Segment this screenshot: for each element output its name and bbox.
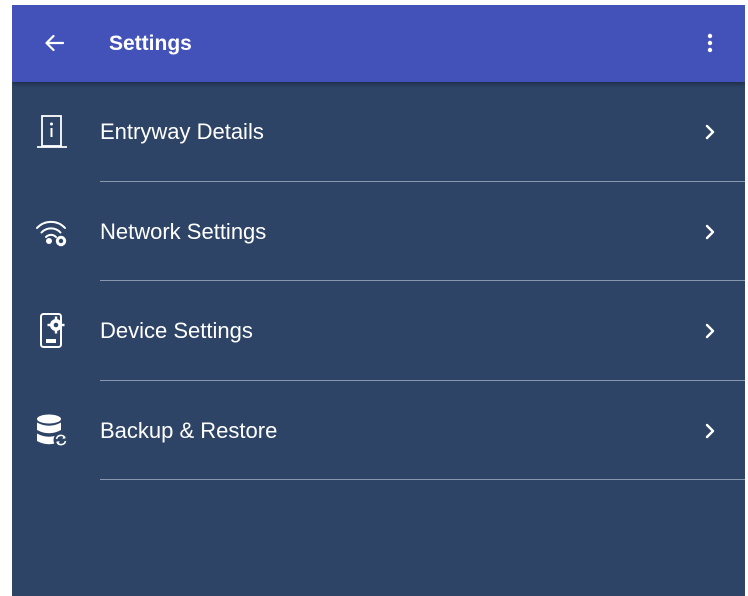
chevron-right-icon — [705, 224, 715, 239]
settings-item-label: Network Settings — [100, 218, 267, 244]
settings-list: Entryway Details Network Settings Device… — [12, 82, 745, 480]
chevron-right-icon — [705, 423, 715, 438]
wifi-gear-icon — [36, 220, 67, 246]
settings-item-backup-restore[interactable]: Backup & Restore — [12, 381, 745, 480]
settings-item-label: Device Settings — [100, 318, 253, 343]
door-info-icon — [37, 115, 67, 148]
settings-item-device-settings[interactable]: Device Settings — [12, 281, 745, 381]
arrow-left-icon — [45, 34, 64, 52]
chevron-right-icon — [705, 124, 715, 140]
settings-item-network-settings[interactable]: Network Settings — [12, 182, 745, 281]
app-window: Settings Entryway Details Network Settin… — [12, 5, 745, 596]
settings-item-label: Backup & Restore — [100, 417, 278, 443]
settings-item-label: Entryway Details — [100, 119, 264, 144]
more-vertical-icon — [707, 33, 713, 53]
page-title: Settings — [109, 32, 192, 55]
divider — [100, 479, 745, 480]
more-options-button[interactable] — [700, 29, 720, 57]
app-bar: Settings — [12, 5, 745, 82]
back-button[interactable] — [40, 29, 68, 57]
tablet-gear-icon — [40, 313, 65, 348]
chevron-right-icon — [705, 323, 715, 339]
settings-item-entryway-details[interactable]: Entryway Details — [12, 82, 745, 182]
database-sync-icon — [37, 414, 69, 447]
